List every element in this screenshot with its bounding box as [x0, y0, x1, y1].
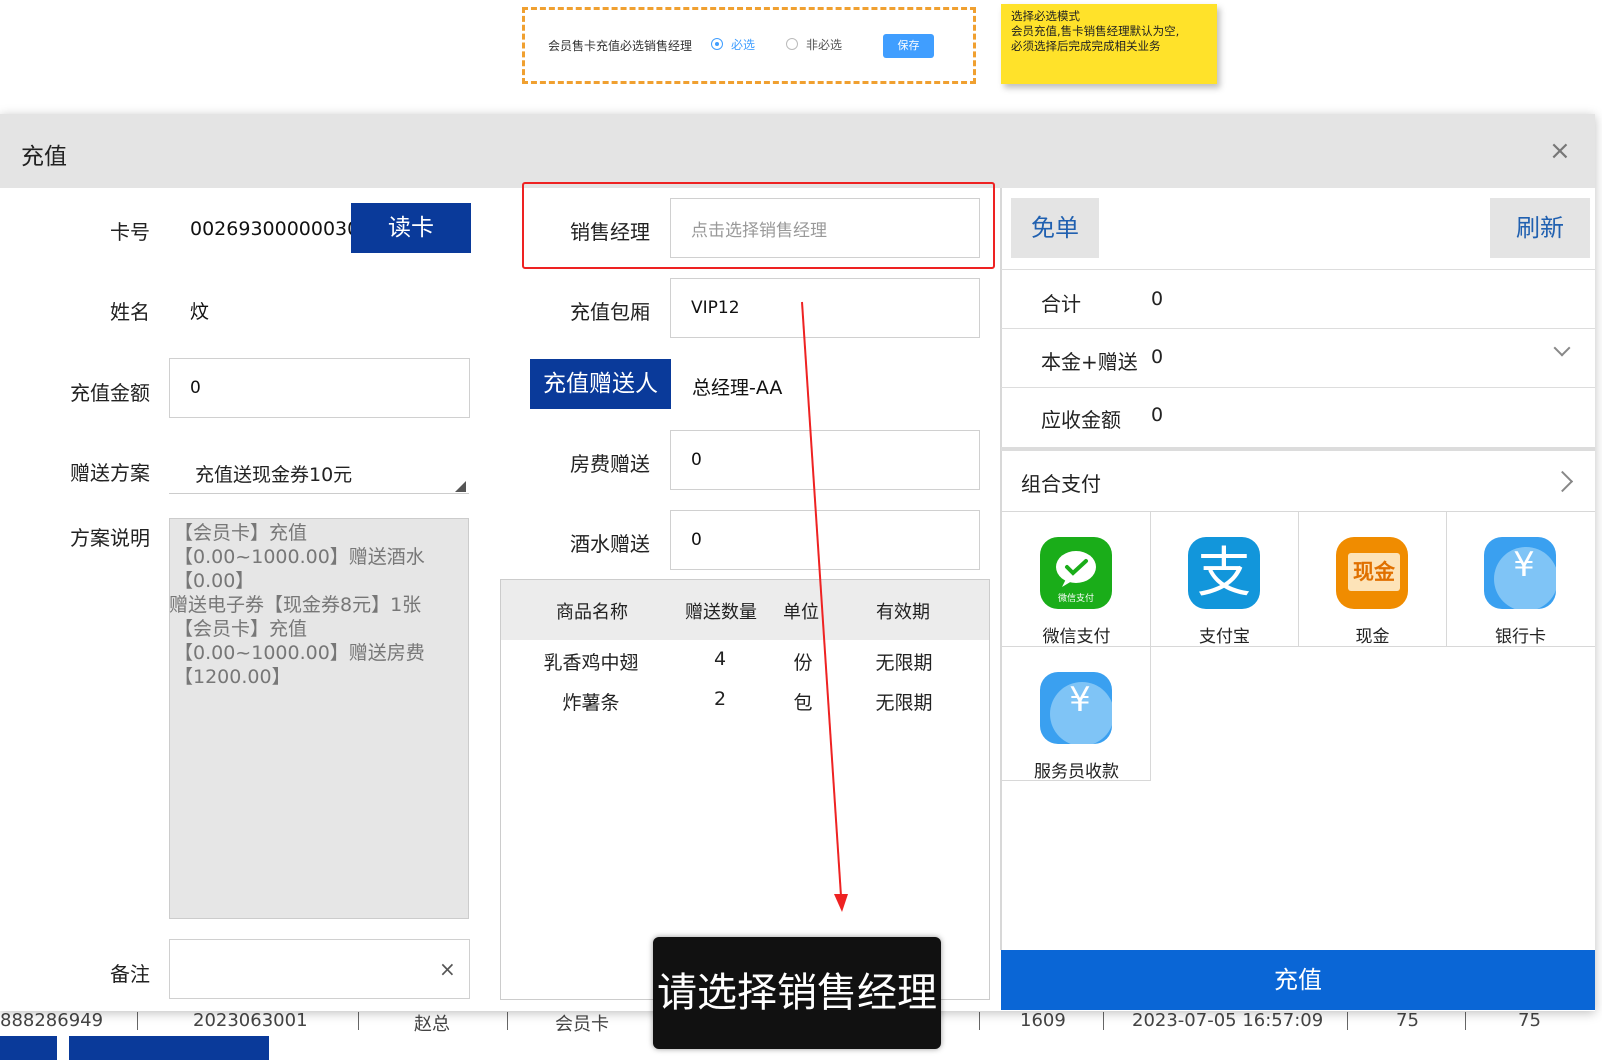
- receivable-label: 应收金额: [1041, 408, 1121, 432]
- combo-pay-label[interactable]: 组合支付: [1021, 468, 1101, 497]
- remark-input[interactable]: [169, 939, 470, 999]
- dialog-header: [0, 114, 1595, 188]
- annotation-arrow: [801, 301, 848, 912]
- room-label: 充值包厢: [570, 300, 650, 324]
- required-manager-setting-label: 会员售卡充值必选销售经理: [548, 39, 693, 53]
- table-cell: 1609: [1020, 1010, 1066, 1031]
- amount-label: 充值金额: [70, 381, 150, 405]
- table-cell: 4: [713, 648, 727, 670]
- recharge-button[interactable]: 充值: [1001, 950, 1595, 1010]
- scheme-description: 【会员卡】充值 【0.00~1000.00】赠送酒水 【0.00】 赠送电子券【…: [169, 518, 469, 919]
- note-line: 必须选择后完成完成相关业务: [1011, 39, 1161, 53]
- dialog-title: 充值: [21, 144, 67, 170]
- wechat-pay-icon: 微信支付: [1040, 537, 1112, 609]
- desc-line: 赠送电子券【现金券8元】1张: [169, 594, 422, 616]
- wechat-pay-option[interactable]: 微信支付 微信支付: [1003, 512, 1150, 647]
- scheme-description-label: 方案说明: [70, 526, 150, 550]
- table-cell: 2023-07-05 16:57:09: [1132, 1010, 1324, 1031]
- total-label: 合计: [1041, 292, 1081, 316]
- table-cell: 888286949: [0, 1010, 104, 1031]
- summary-row: [1001, 269, 1595, 328]
- table-cell: 乳香鸡中翅: [543, 652, 639, 674]
- radio-optional[interactable]: [786, 38, 798, 50]
- refresh-button[interactable]: 刷新: [1490, 198, 1590, 258]
- table-cell: 炸薯条: [562, 692, 620, 714]
- payment-label: 支付宝: [1199, 627, 1250, 647]
- yuan-symbol: ¥: [1513, 545, 1535, 585]
- background-button[interactable]: [0, 1036, 57, 1060]
- receivable-value: 0: [1151, 404, 1164, 426]
- alipay-option[interactable]: 支 支付宝: [1151, 512, 1298, 647]
- column-header: 赠送数量: [685, 602, 757, 623]
- radio-optional-label: 非必选: [806, 38, 843, 52]
- radio-required-label: 必选: [731, 38, 756, 52]
- scheme-select[interactable]: 充值送现金券10元: [169, 456, 469, 494]
- cash-option[interactable]: 现金 现金: [1299, 512, 1446, 647]
- table-cell: 75: [1396, 1010, 1419, 1031]
- payment-label: 微信支付: [1042, 627, 1111, 647]
- column-header: 商品名称: [556, 602, 628, 623]
- cash-icon: 现金: [1336, 537, 1408, 609]
- sales-manager-label: 销售经理: [570, 220, 650, 244]
- close-icon[interactable]: ×: [1549, 136, 1571, 166]
- background-button[interactable]: [69, 1036, 269, 1060]
- table-cell: 无限期: [875, 692, 933, 714]
- icon-badge-text: 微信支付: [1057, 594, 1094, 604]
- payment-label: 现金: [1355, 627, 1390, 647]
- table-cell: 会员卡: [555, 1014, 609, 1035]
- remark-label: 备注: [110, 962, 150, 986]
- desc-line: 【会员卡】充值: [174, 522, 308, 544]
- amount-input[interactable]: 0: [169, 358, 470, 418]
- payment-label: 服务员收款: [1034, 762, 1119, 782]
- column-header: 有效期: [876, 602, 930, 623]
- toast-message: 请选择销售经理: [653, 937, 941, 1049]
- gifter-button[interactable]: 充值赠送人: [530, 359, 671, 409]
- save-setting-button[interactable]: 保存: [883, 34, 934, 58]
- dropdown-corner-icon: [455, 481, 466, 492]
- note-line: 选择必选模式: [1011, 9, 1080, 23]
- bank-card-icon: ¥: [1484, 537, 1556, 609]
- note-line: 会员充值,售卡销售经理默认为空,: [1011, 24, 1180, 38]
- table-cell: 2023063001: [193, 1010, 308, 1031]
- payment-label: 银行卡: [1495, 627, 1546, 647]
- waiter-collect-option[interactable]: ¥ 服务员收款: [1003, 647, 1150, 782]
- drink-gift-label: 酒水赠送: [570, 532, 650, 556]
- yuan-symbol: ¥: [1069, 680, 1091, 720]
- free-order-button[interactable]: 免单: [1011, 198, 1099, 258]
- waiter-collect-icon: ¥: [1040, 672, 1112, 744]
- table-cell: 2: [713, 688, 727, 710]
- read-card-button[interactable]: 读卡: [351, 203, 471, 253]
- cash-note-text: 现金: [1348, 553, 1400, 591]
- desc-line: 【1200.00】: [174, 666, 291, 688]
- bank-card-option[interactable]: ¥ 银行卡: [1447, 512, 1594, 647]
- principal-gift-label: 本金+赠送: [1041, 350, 1138, 374]
- table-cell: 无限期: [875, 652, 933, 674]
- total-value: 0: [1151, 288, 1164, 310]
- desc-line: 【0.00】: [174, 570, 255, 592]
- gifter-value: 总经理-AA: [692, 377, 783, 399]
- section-divider: [1001, 447, 1595, 451]
- name-label: 姓名: [110, 300, 150, 324]
- room-fee-gift-label: 房费赠送: [570, 452, 650, 476]
- principal-gift-value: 0: [1151, 346, 1164, 368]
- desc-line: 【会员卡】充值: [174, 618, 308, 640]
- name-value: 炆: [190, 301, 210, 323]
- sales-manager-input[interactable]: 点击选择销售经理: [670, 198, 980, 258]
- alipay-icon: 支: [1188, 537, 1260, 609]
- desc-line: 【0.00~1000.00】赠送酒水: [174, 546, 425, 568]
- card-number-value: 00269300000030: [190, 218, 360, 240]
- scheme-label: 赠送方案: [70, 461, 150, 485]
- table-cell: 赵总: [414, 1014, 450, 1035]
- table-cell: 75: [1518, 1010, 1541, 1031]
- clear-icon[interactable]: ×: [439, 957, 456, 981]
- card-number-label: 卡号: [110, 220, 150, 244]
- sticky-note: 选择必选模式 会员充值,售卡销售经理默认为空, 必须选择后完成完成相关业务: [1001, 4, 1217, 84]
- radio-required[interactable]: [711, 38, 723, 50]
- desc-line: 【0.00~1000.00】赠送房费: [174, 642, 425, 664]
